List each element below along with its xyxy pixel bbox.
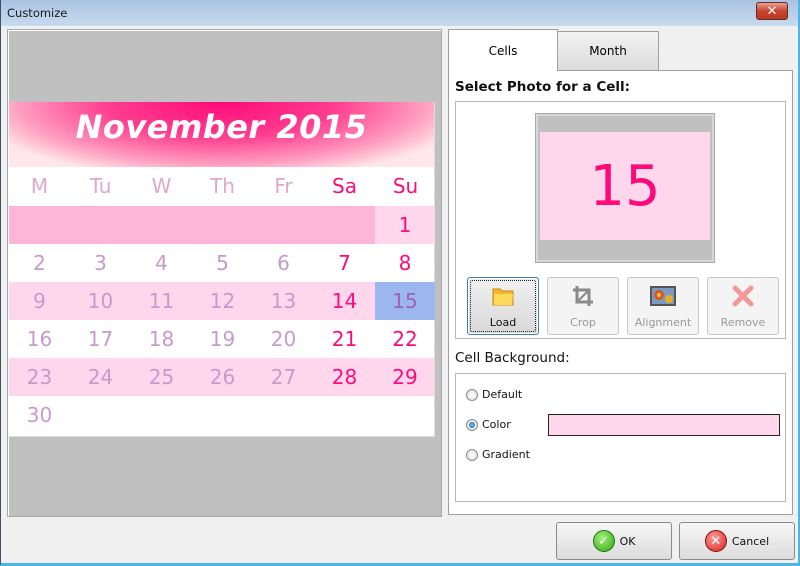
- radio-gradient-indicator[interactable]: [466, 448, 478, 461]
- calendar-day-cell[interactable]: 8: [375, 244, 435, 282]
- remove-button[interactable]: Remove: [707, 277, 779, 335]
- tab-month-label: Month: [589, 44, 627, 58]
- cell-background-title: Cell Background:: [455, 350, 570, 366]
- crop-button[interactable]: Crop: [547, 277, 619, 335]
- cell-preview-number: 15: [540, 132, 710, 240]
- crop-label: Crop: [570, 316, 596, 329]
- customize-dialog: Customize ✕ November 2015 M Tu W Th Fr Sa Su 1…: [0, 0, 800, 566]
- calendar-week-row: 1: [9, 206, 435, 244]
- empty-days-band: [9, 206, 378, 244]
- calendar-title: November 2015: [75, 108, 368, 146]
- radio-default-indicator[interactable]: [466, 388, 478, 401]
- tab-month[interactable]: Month: [557, 31, 659, 70]
- image-icon: [650, 284, 676, 308]
- radio-default-label: Default: [482, 388, 523, 401]
- day-of-week-row: M Tu W Th Fr Sa Su: [9, 167, 434, 206]
- remove-x-icon: [730, 284, 756, 308]
- calendar-day-cell[interactable]: 1: [375, 206, 435, 244]
- calendar-day-cell[interactable]: 6: [253, 244, 314, 282]
- cell-photo-preview: 15: [535, 113, 715, 263]
- load-label: Load: [489, 316, 517, 329]
- calendar-day-cell[interactable]: 26: [192, 358, 253, 396]
- calendar-day-cell[interactable]: 9: [9, 282, 70, 320]
- calendar-day-cell[interactable]: 21: [314, 320, 375, 358]
- ok-button[interactable]: ✓ OK: [556, 522, 672, 560]
- calendar-day-cell[interactable]: 23: [9, 358, 70, 396]
- day-of-week-label: Sa: [332, 174, 357, 198]
- folder-icon: [490, 284, 516, 308]
- calendar-day-cell[interactable]: 3: [70, 244, 131, 282]
- day-of-week-label: Su: [392, 174, 419, 198]
- photo-group: 15 Load Crop Alignment Remove: [455, 101, 786, 339]
- calendar-page: November 2015 M Tu W Th Fr Sa Su 1 2 3 4 5 6 7 8 9 10 11…: [9, 102, 435, 437]
- calendar-day-cell[interactable]: 29: [375, 358, 435, 396]
- calendar-day-cell[interactable]: 5: [192, 244, 253, 282]
- calendar-day-cell[interactable]: 15: [375, 282, 435, 320]
- calendar-day-cell[interactable]: 25: [131, 358, 192, 396]
- radio-gradient-label: Gradient: [482, 448, 530, 461]
- calendar-day-cell[interactable]: 30: [9, 396, 70, 434]
- calendar-day-cell[interactable]: 16: [9, 320, 70, 358]
- calendar-day-cell[interactable]: 14: [314, 282, 375, 320]
- calendar-day-cell[interactable]: 28: [314, 358, 375, 396]
- calendar-day-cell[interactable]: 10: [70, 282, 131, 320]
- calendar-day-cell[interactable]: 19: [192, 320, 253, 358]
- calendar-day-cell[interactable]: 20: [253, 320, 314, 358]
- calendar-day-cell[interactable]: 11: [131, 282, 192, 320]
- cancel-label: Cancel: [731, 534, 770, 548]
- day-of-week-label: Th: [210, 174, 235, 198]
- calendar-week-row: 9 10 11 12 13 14 15: [9, 282, 435, 320]
- remove-label: Remove: [720, 316, 766, 329]
- alignment-label: Alignment: [634, 316, 692, 329]
- calendar-day-cell[interactable]: 12: [192, 282, 253, 320]
- calendar-day-cell[interactable]: 4: [131, 244, 192, 282]
- checkmark-icon: ✓: [592, 530, 615, 552]
- radio-color-label: Color: [482, 418, 511, 431]
- calendar-preview-pane: November 2015 M Tu W Th Fr Sa Su 1 2 3 4 5 6 7 8 9 10 11…: [7, 29, 442, 517]
- calendar-week-row: 23 24 25 26 27 28 29: [9, 358, 434, 396]
- radio-color[interactable]: Color: [466, 418, 511, 431]
- calendar-week-row: 30: [9, 396, 434, 434]
- window-title: Customize: [7, 6, 68, 20]
- calendar-week-row: 16 17 18 19 20 21 22: [9, 320, 434, 358]
- day-of-week-label: W: [151, 174, 172, 198]
- load-button[interactable]: Load: [467, 277, 539, 335]
- day-of-week-label: Fr: [274, 174, 293, 198]
- calendar-day-cell[interactable]: 24: [70, 358, 131, 396]
- close-button[interactable]: ✕: [756, 2, 788, 20]
- tab-cells-label: Cells: [488, 43, 518, 58]
- calendar-day-cell[interactable]: 2: [9, 244, 70, 282]
- cancel-x-icon: ✕: [704, 530, 727, 552]
- cell-background-group: Default Color Gradient: [455, 373, 786, 502]
- calendar-day-cell[interactable]: 22: [375, 320, 435, 358]
- cells-tab-panel: Select Photo for a Cell: 15 Load Crop Al…: [448, 70, 793, 515]
- calendar-day-cell[interactable]: 13: [253, 282, 314, 320]
- background-color-picker[interactable]: [548, 414, 780, 436]
- day-of-week-label: Tu: [89, 174, 112, 198]
- day-of-week-label: M: [30, 174, 49, 198]
- alignment-button[interactable]: Alignment: [627, 277, 699, 335]
- calendar-day-cell[interactable]: 27: [253, 358, 314, 396]
- crop-icon: [570, 284, 596, 308]
- close-icon: ✕: [766, 3, 778, 19]
- title-bar: Customize ✕: [1, 0, 798, 26]
- calendar-day-cell[interactable]: 18: [131, 320, 192, 358]
- radio-color-indicator[interactable]: [466, 418, 478, 431]
- radio-gradient[interactable]: Gradient: [466, 448, 530, 461]
- tab-cells[interactable]: Cells: [448, 29, 558, 71]
- calendar-week-row: 2345678: [9, 244, 434, 282]
- calendar-day-cell[interactable]: 7: [314, 244, 375, 282]
- radio-default[interactable]: Default: [466, 388, 522, 401]
- calendar-day-cell[interactable]: 17: [70, 320, 131, 358]
- ok-label: OK: [619, 534, 636, 548]
- cancel-button[interactable]: ✕ Cancel: [679, 522, 795, 560]
- calendar-header: November 2015: [9, 102, 434, 167]
- select-photo-title: Select Photo for a Cell:: [455, 79, 631, 95]
